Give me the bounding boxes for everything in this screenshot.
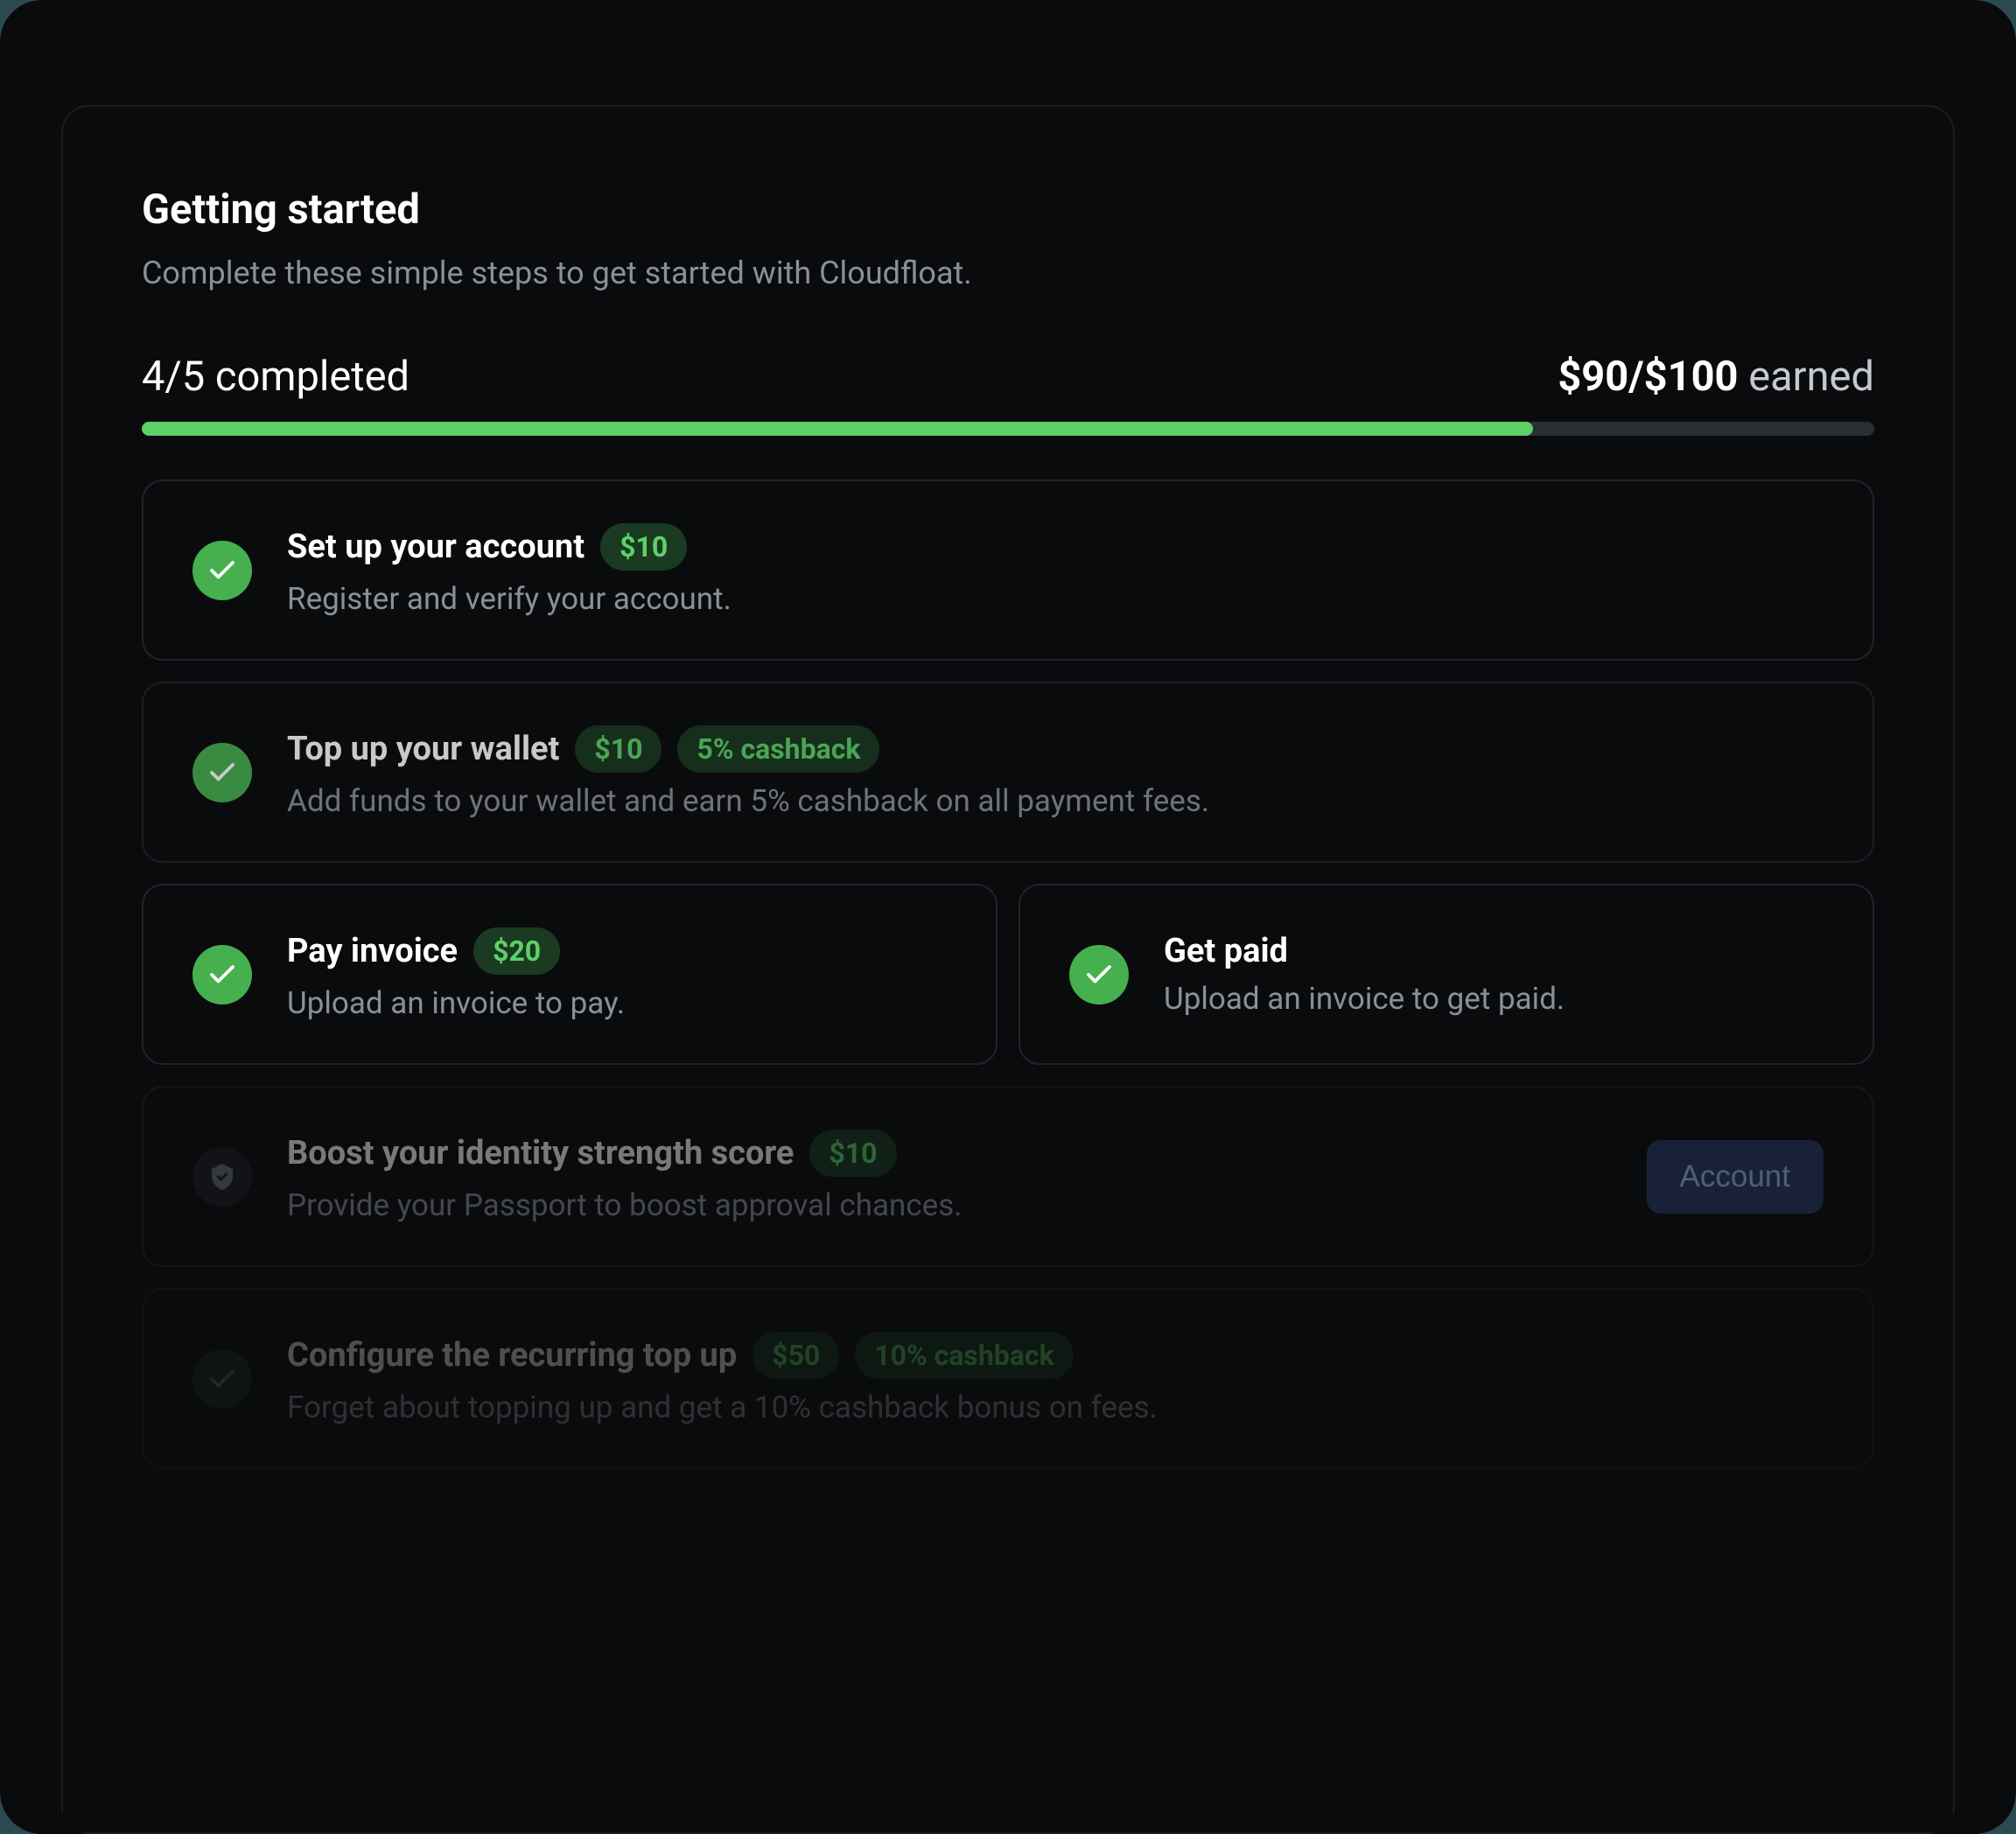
progress-fill xyxy=(142,422,1533,436)
task-title-row: Configure the recurring top up $50 10% c… xyxy=(287,1332,1824,1379)
check-icon xyxy=(192,743,252,802)
task-title: Top up your wallet xyxy=(287,730,559,768)
reward-badge: $50 xyxy=(752,1332,839,1379)
task-content: Boost your identity strength score $10 P… xyxy=(287,1130,1612,1223)
progress-bar xyxy=(142,422,1874,436)
task-title-row: Boost your identity strength score $10 xyxy=(287,1130,1612,1177)
getting-started-panel: Getting started Complete these simple st… xyxy=(61,105,1955,1834)
app-frame: Getting started Complete these simple st… xyxy=(0,0,2016,1834)
progress-earned-amount: $90/$100 xyxy=(1558,353,1738,401)
task-content: Get paid Upload an invoice to get paid. xyxy=(1164,932,1824,1017)
task-title-row: Set up your account $10 xyxy=(287,523,1824,570)
task-title-row: Top up your wallet $10 5% cashback xyxy=(287,725,1824,773)
task-desc: Add funds to your wallet and earn 5% cas… xyxy=(287,783,1824,819)
task-top-up[interactable]: Top up your wallet $10 5% cashback Add f… xyxy=(142,682,1874,863)
task-boost-identity[interactable]: Boost your identity strength score $10 P… xyxy=(142,1086,1874,1267)
task-row-split: Pay invoice $20 Upload an invoice to pay… xyxy=(142,884,1874,1065)
task-title: Configure the recurring top up xyxy=(287,1336,737,1375)
fade-overlay xyxy=(63,1570,1953,1832)
task-title: Boost your identity strength score xyxy=(287,1134,794,1172)
task-recurring-topup[interactable]: Configure the recurring top up $50 10% c… xyxy=(142,1288,1874,1469)
task-desc: Upload an invoice to pay. xyxy=(287,985,947,1021)
page-subtitle: Complete these simple steps to get start… xyxy=(142,255,1874,291)
task-get-paid[interactable]: Get paid Upload an invoice to get paid. xyxy=(1018,884,1874,1065)
task-title: Pay invoice xyxy=(287,932,458,970)
task-pay-invoice[interactable]: Pay invoice $20 Upload an invoice to pay… xyxy=(142,884,998,1065)
check-icon xyxy=(1069,945,1129,1004)
task-desc: Provide your Passport to boost approval … xyxy=(287,1187,1612,1223)
progress-completed: 4/5 completed xyxy=(142,353,410,401)
reward-badge: $10 xyxy=(575,725,662,773)
shield-icon xyxy=(192,1147,252,1207)
cashback-badge: 5% cashback xyxy=(677,725,879,773)
check-icon xyxy=(192,945,252,1004)
task-title-row: Pay invoice $20 xyxy=(287,928,947,975)
progress-row: 4/5 completed $90/$100 earned xyxy=(142,353,1874,401)
task-title: Get paid xyxy=(1164,932,1288,970)
progress-earned-label: earned xyxy=(1739,353,1874,401)
task-desc: Upload an invoice to get paid. xyxy=(1164,981,1824,1017)
reward-badge: $10 xyxy=(809,1130,896,1177)
page-title: Getting started xyxy=(142,186,1874,234)
task-content: Pay invoice $20 Upload an invoice to pay… xyxy=(287,928,947,1021)
task-content: Set up your account $10 Register and ver… xyxy=(287,523,1824,617)
check-icon xyxy=(192,1349,252,1409)
task-title-row: Get paid xyxy=(1164,932,1824,970)
reward-badge: $10 xyxy=(600,523,687,570)
task-content: Top up your wallet $10 5% cashback Add f… xyxy=(287,725,1824,819)
progress-earned: $90/$100 earned xyxy=(1558,353,1874,401)
check-icon xyxy=(192,541,252,600)
reward-badge: $20 xyxy=(473,928,560,975)
task-desc: Register and verify your account. xyxy=(287,581,1824,617)
cashback-badge: 10% cashback xyxy=(855,1332,1073,1379)
account-button[interactable]: Account xyxy=(1647,1140,1824,1214)
task-title: Set up your account xyxy=(287,528,584,566)
task-setup-account[interactable]: Set up your account $10 Register and ver… xyxy=(142,480,1874,661)
task-desc: Forget about topping up and get a 10% ca… xyxy=(287,1390,1824,1425)
task-content: Configure the recurring top up $50 10% c… xyxy=(287,1332,1824,1425)
